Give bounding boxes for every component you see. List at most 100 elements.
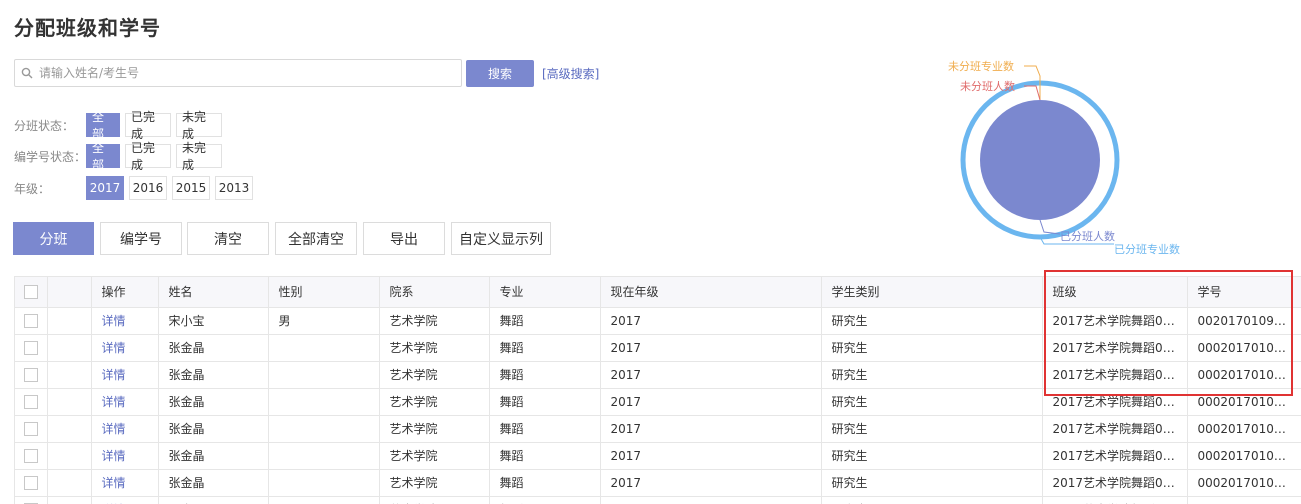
cell-type: 研究生 [821,415,1043,443]
cell-sid: 00201701090... [1187,307,1301,335]
header-cell: 操作 [91,277,159,308]
details-link[interactable]: 详情 [91,415,159,443]
filter-option-2013[interactable]: 2013 [215,176,253,200]
cell-sid: 00020170109... [1187,361,1301,389]
details-link[interactable]: 详情 [91,361,159,389]
filter-option-done[interactable]: 已完成 [125,110,171,141]
label-assigned-people: 已分班人数 [1060,230,1115,243]
row-select[interactable] [15,307,48,335]
cell-type: 研究生 [821,334,1043,362]
details-link[interactable]: 详情 [91,469,159,497]
cell-dept: 艺术学院 [379,442,490,470]
cell-dept: 艺术学院 [379,307,490,335]
table-header-row: 操作 姓名 性别 院系 专业 现在年级 学生类别 班级 学号 [15,277,1301,308]
cell-class: 2017艺术学院舞蹈001 [1042,415,1188,443]
table-row: 详情张金晶 艺术学院舞蹈2017研究生2017艺术学院舞蹈001000201701… [15,388,1301,416]
cell-grade: 2017 [600,334,822,362]
filter-option-undone[interactable]: 未完成 [176,141,222,172]
details-link[interactable]: 详情 [91,388,159,416]
cell-gender [268,469,380,497]
export-button[interactable]: 导出 [363,222,445,255]
cell-type: 研究生 [821,469,1043,497]
checkbox[interactable] [23,448,38,463]
cell-major: 舞蹈 [489,469,601,497]
row-spacer [47,307,92,335]
cell-class: 2017艺术学院舞蹈001 [1042,496,1188,504]
search-field[interactable] [14,59,462,87]
custom-columns-button[interactable]: 自定义显示列 [451,222,551,255]
assign-class-button[interactable]: 分班 [13,222,94,255]
cell-name: 张金晶 [158,469,269,497]
row-select[interactable] [15,388,48,416]
header-cell: 学生类别 [821,277,1043,308]
row-select[interactable] [15,442,48,470]
cell-class: 2017艺术学院舞蹈001 [1042,361,1188,389]
cell-gender [268,361,380,389]
cell-sid: 00020170109... [1187,334,1301,362]
filter-option-all[interactable]: 全部 [86,141,120,172]
label-unassigned-majors: 未分班专业数 [948,59,1014,73]
header-cell: 学号 [1187,277,1301,308]
filter-option-2015[interactable]: 2015 [172,176,210,200]
cell-name: 张金晶 [158,388,269,416]
row-select[interactable] [15,334,48,362]
checkbox[interactable] [23,285,38,299]
cell-major: 舞蹈 [489,415,601,443]
page-title: 分配班级和学号 [14,16,161,40]
cell-grade: 2017 [600,388,822,416]
header-cell: 性别 [268,277,380,308]
clear-button[interactable]: 清空 [187,222,269,255]
cell-gender [268,415,380,443]
cell-name: 宋小宝 [158,307,269,335]
cell-class: 2017艺术学院舞蹈001 [1042,334,1188,362]
filter-option-undone[interactable]: 未完成 [176,110,222,141]
header-cell: 姓名 [158,277,269,308]
filter-option-2016[interactable]: 2016 [129,176,167,200]
table-row: 详情张金晶 艺术学院舞蹈2017研究生2017艺术学院舞蹈001000201701… [15,334,1301,362]
filter-option-2017[interactable]: 2017 [86,176,124,200]
checkbox[interactable] [23,367,38,382]
header-select-all[interactable] [15,277,48,308]
row-select[interactable] [15,469,48,497]
row-select[interactable] [15,361,48,389]
cell-sid: 00020170109... [1187,469,1301,497]
details-link[interactable]: 详情 [91,307,159,335]
checkbox[interactable] [23,340,38,355]
advanced-search-link[interactable]: [高级搜索] [542,65,599,82]
cell-name: 张金晶 [158,442,269,470]
table-row: 详情张金晶 艺术学院舞蹈2017研究生2017艺术学院舞蹈001000201701… [15,469,1301,497]
cell-dept: 艺术学院 [379,415,490,443]
cell-major: 舞蹈 [489,496,601,504]
cell-dept: 艺术学院 [379,469,490,497]
cell-class: 2017艺术学院舞蹈001 [1042,307,1188,335]
checkbox[interactable] [23,421,38,436]
cell-type: 研究生 [821,496,1043,504]
search-button[interactable]: 搜索 [466,60,534,87]
cell-major: 舞蹈 [489,361,601,389]
cell-sid: 00020170109... [1187,415,1301,443]
filter-option-all[interactable]: 全部 [86,110,120,141]
filter-option-done[interactable]: 已完成 [125,141,171,172]
details-link[interactable]: 详情 [91,442,159,470]
row-select[interactable] [15,496,48,504]
clear-all-button[interactable]: 全部清空 [275,222,357,255]
cell-name: 张金晶 [158,361,269,389]
checkbox[interactable] [23,313,38,328]
search-input[interactable] [39,61,461,85]
cell-grade: 2017 [600,442,822,470]
assign-sid-button[interactable]: 编学号 [100,222,182,255]
table-row: 详情张金晶 艺术学院舞蹈2017研究生2017艺术学院舞蹈001000201701… [15,442,1301,470]
filter-class-status: 分班状态： 全部 已完成 未完成 [14,110,227,141]
checkbox[interactable] [23,475,38,490]
leader-line [1039,219,1061,235]
cell-type: 研究生 [821,307,1043,335]
cell-dept: 艺术学院 [379,388,490,416]
details-link[interactable]: 详情 [91,334,159,362]
row-select[interactable] [15,415,48,443]
search-icon [15,60,39,86]
details-link[interactable]: 详情 [91,496,159,504]
filter-label: 年级： [14,181,51,196]
inner-pie [980,100,1100,220]
cell-dept: 艺术学院 [379,361,490,389]
checkbox[interactable] [23,394,38,409]
